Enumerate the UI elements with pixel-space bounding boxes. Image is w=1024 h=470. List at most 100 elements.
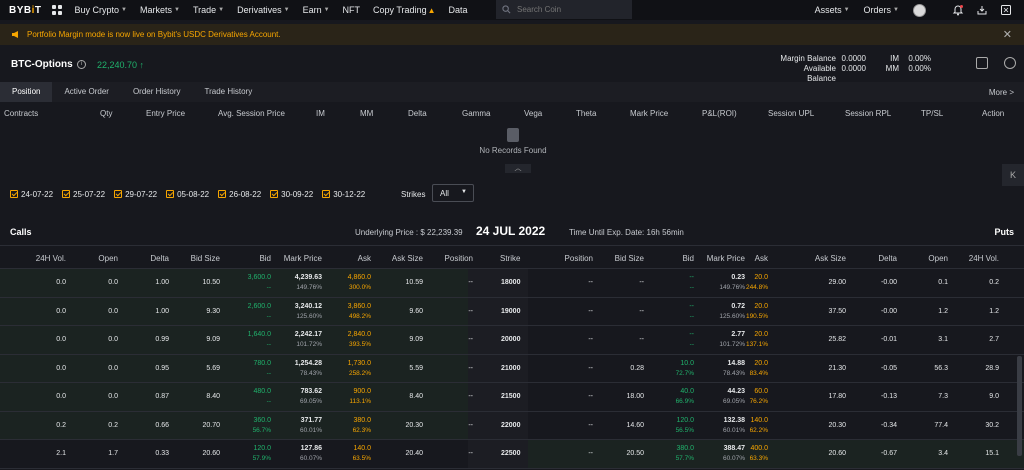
banner-text[interactable]: Portfolio Margin mode is now live on Byb… (27, 30, 281, 39)
cell-c_ask[interactable]: 1,730.0 (348, 360, 371, 367)
nav-buy-crypto[interactable]: Buy Crypto ▼ (75, 5, 127, 15)
bell-icon[interactable] (952, 4, 964, 16)
checkbox-icon (166, 190, 175, 198)
expiry-checkbox[interactable]: 25-07-22 (62, 190, 105, 199)
cell-p_bid[interactable]: 380.0 (676, 445, 694, 452)
cell-p_ask[interactable]: 60.0 (754, 388, 768, 395)
cell-p_ask[interactable]: 20.0 (754, 303, 768, 310)
cell-c_mark[interactable]: 2,242.17 (295, 331, 322, 338)
cell-p_bidsize: -- (639, 336, 644, 343)
table-row[interactable]: 0.2 0.2 0.66 20.70 360.0 56.7% 371.77 60.01% 380… (0, 411, 1024, 440)
chain-scrollbar[interactable] (1017, 356, 1022, 456)
cell-c_mark[interactable]: 127.86 (301, 445, 322, 452)
cell-p_bid[interactable]: -- (689, 303, 694, 310)
tab-trade-history[interactable]: Trade History (193, 82, 265, 102)
table-row[interactable]: 0.0 0.0 1.00 10.50 3,600.0 -- 4,239.63 149.76% 4… (0, 269, 1024, 298)
caret-down-icon: ▼ (323, 7, 330, 13)
table-row[interactable]: 0.0 0.0 0.95 5.69 780.0 -- 1,254.28 78.43% 1,730… (0, 354, 1024, 383)
expiry-checkbox[interactable]: 05-08-22 (166, 190, 209, 199)
cell-c_ask2: 393.5% (348, 341, 371, 348)
cell-c_mark[interactable]: 371.77 (301, 417, 322, 424)
cell-p_ask[interactable]: 140.0 (750, 417, 768, 424)
cell-c_bid[interactable]: 120.0 (253, 445, 271, 452)
puts-heading: Puts (994, 227, 1014, 237)
expiry-checkbox[interactable]: 30-12-22 (322, 190, 365, 199)
tab-active-order[interactable]: Active Order (52, 82, 120, 102)
cell-c_bid[interactable]: 2,600.0 (248, 303, 271, 310)
calculator-icon[interactable] (976, 57, 988, 69)
cell-p_asksize: 21.30 (828, 364, 846, 372)
cell-c_bid[interactable]: 1,640.0 (248, 331, 271, 338)
bybit-logo[interactable]: BYB i T (9, 5, 42, 16)
gear-icon[interactable] (1004, 57, 1016, 69)
cell-p_mark[interactable]: 14.88 (727, 360, 745, 367)
cell-c_ask[interactable]: 3,860.0 (348, 303, 371, 310)
cell-p_bid[interactable]: 120.0 (676, 417, 694, 424)
expiry-checkbox[interactable]: 29-07-22 (114, 190, 157, 199)
nav-earn[interactable]: Earn ▼ (303, 5, 330, 15)
cell-p_bid[interactable]: -- (689, 274, 694, 281)
close-icon[interactable]: ✕ (1003, 28, 1012, 41)
page-title[interactable]: BTC-Options (11, 59, 73, 70)
expiry-checkbox[interactable]: 24-07-22 (10, 190, 53, 199)
collapse-panel-icon[interactable]: K (1002, 164, 1024, 186)
nav-orders[interactable]: Orders ▼ (864, 5, 899, 15)
cell-c_pos: -- (468, 450, 473, 457)
cell-p_mark[interactable]: 0.72 (731, 303, 745, 310)
nav-data[interactable]: Data (449, 5, 468, 15)
cell-c_mark[interactable]: 1,254.28 (295, 360, 322, 367)
cell-c_ask[interactable]: 140.0 (353, 445, 371, 452)
cell-p_mark[interactable]: 0.23 (731, 274, 745, 281)
cell-p_mark[interactable]: 388.47 (724, 445, 745, 452)
cell-p_ask2: 137.1% (745, 341, 768, 348)
chevron-up-icon[interactable]: ︿ (505, 164, 531, 173)
globe-icon[interactable] (1000, 4, 1012, 16)
table-row[interactable]: 0.0 0.0 0.87 8.40 480.0 -- 783.62 69.05% 900.0 11… (0, 383, 1024, 412)
nav-nft[interactable]: NFT (343, 5, 361, 15)
cell-p_mark[interactable]: 44.23 (727, 388, 745, 395)
cell-p_mark[interactable]: 132.38 (724, 417, 745, 424)
cell-c_ask[interactable]: 2,840.0 (348, 331, 371, 338)
cell-p_bid[interactable]: -- (689, 331, 694, 338)
cell-c_bid[interactable]: 480.0 (253, 388, 271, 395)
expiry-checkbox[interactable]: 26-08-22 (218, 190, 261, 199)
cell-p_bid[interactable]: 10.0 (680, 360, 694, 367)
cell-c_bid[interactable]: 780.0 (253, 360, 271, 367)
download-icon[interactable] (976, 4, 988, 16)
nav-derivatives[interactable]: Derivatives ▼ (237, 5, 289, 15)
search-input[interactable] (517, 5, 617, 14)
cell-c_bid[interactable]: 360.0 (253, 417, 271, 424)
cell-c_mark[interactable]: 4,239.63 (295, 274, 322, 281)
more-button[interactable]: More > (989, 88, 1014, 97)
cell-c_ask[interactable]: 900.0 (353, 388, 371, 395)
info-icon[interactable]: i (77, 60, 86, 69)
nav-assets[interactable]: Assets ▼ (815, 5, 850, 15)
nav-markets[interactable]: Markets ▼ (140, 5, 180, 15)
nav-trade[interactable]: Trade ▼ (193, 5, 224, 15)
col-put-position: Position (564, 254, 593, 263)
col-session-upl: Session UPL (768, 109, 815, 118)
cell-p_bid[interactable]: 40.0 (680, 388, 694, 395)
cell-c_ask[interactable]: 380.0 (353, 417, 371, 424)
cell-c_mark[interactable]: 3,240.12 (295, 303, 322, 310)
nav-copy-trading[interactable]: Copy Trading ▲ (373, 5, 435, 15)
tab-position[interactable]: Position (0, 82, 53, 102)
avatar[interactable] (913, 3, 926, 17)
table-row[interactable]: 0.0 0.0 1.00 9.30 2,600.0 -- 3,240.12 125.60% 3,… (0, 297, 1024, 326)
expiry-checkbox[interactable]: 30-09-22 (270, 190, 313, 199)
tab-order-history[interactable]: Order History (121, 82, 193, 102)
cell-p_ask[interactable]: 20.0 (754, 360, 768, 367)
table-row[interactable]: 2.1 1.7 0.33 20.60 120.0 57.9% 127.86 60.07% 140… (0, 440, 1024, 469)
cell-c_mark[interactable]: 783.62 (301, 388, 322, 395)
cell-c_bid[interactable]: 3,600.0 (248, 274, 271, 281)
search-box[interactable] (496, 0, 632, 19)
cell-p_pos: -- (588, 450, 593, 457)
strikes-select[interactable]: All ▼ (432, 184, 474, 202)
cell-p_ask[interactable]: 400.0 (750, 445, 768, 452)
cell-p_ask[interactable]: 20.0 (754, 274, 768, 281)
cell-p_mark[interactable]: 2.77 (731, 331, 745, 338)
table-row[interactable]: 0.0 0.0 0.99 9.09 1,640.0 -- 2,242.17 101.72% 2,… (0, 326, 1024, 355)
apps-grid-icon[interactable] (51, 5, 62, 15)
cell-c_ask[interactable]: 4,860.0 (348, 274, 371, 281)
cell-p_ask[interactable]: 20.0 (754, 331, 768, 338)
